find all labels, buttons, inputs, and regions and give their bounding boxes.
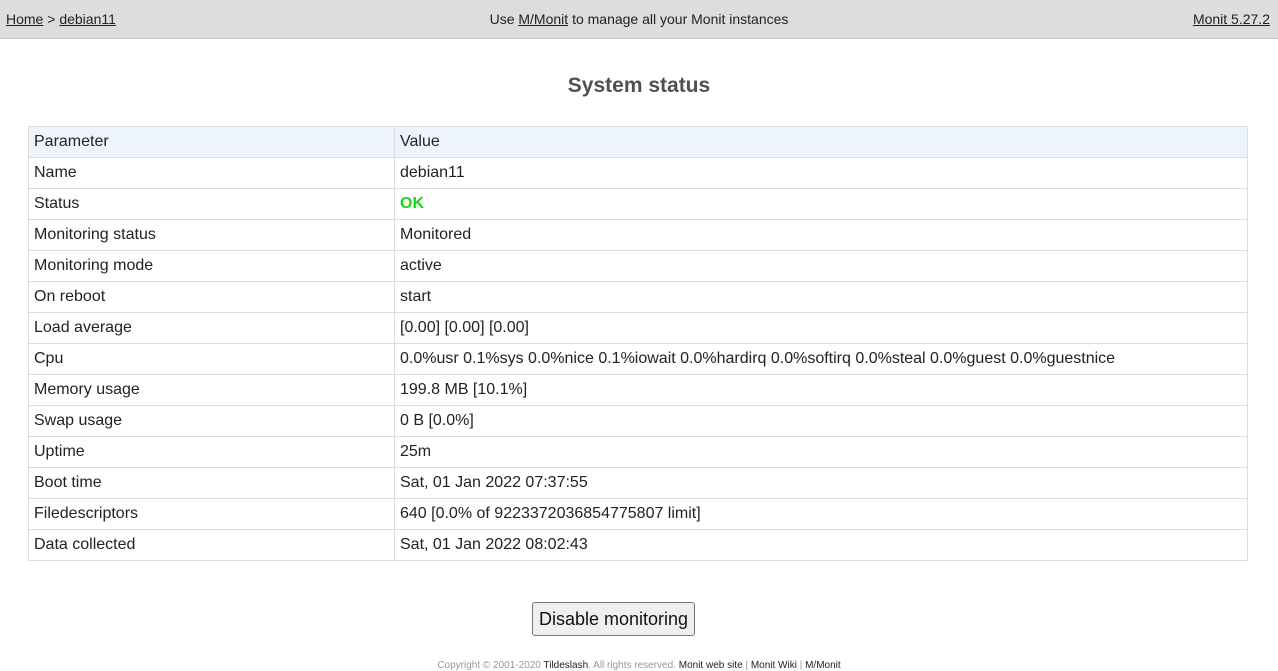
table-row: Name debian11	[28, 157, 1248, 189]
row-parameter: Monitoring status	[28, 219, 395, 251]
disable-monitoring-button[interactable]: Disable monitoring	[532, 602, 695, 636]
version-area: Monit 5.27.2	[1193, 11, 1270, 27]
promo-prefix: Use	[489, 11, 515, 27]
row-value-status: OK	[394, 188, 1248, 220]
table-row: Monitoring mode active	[28, 250, 1248, 282]
row-value: 0 B [0.0%]	[394, 405, 1248, 437]
monit-website-link[interactable]: Monit web site	[679, 660, 743, 671]
table-row: On reboot start	[28, 281, 1248, 313]
row-value: 640 [0.0% of 9223372036854775807 limit]	[394, 498, 1248, 530]
row-value: 25m	[394, 436, 1248, 468]
page-footer: Copyright © 2001-2020 Tildeslash. All ri…	[437, 660, 841, 671]
status-badge: OK	[400, 195, 424, 212]
tildeslash-link[interactable]: Tildeslash	[543, 660, 588, 671]
column-header-parameter: Parameter	[28, 126, 395, 158]
row-parameter: Uptime	[28, 436, 395, 468]
table-row: Status OK	[28, 188, 1248, 220]
table-row: Uptime 25m	[28, 436, 1248, 468]
row-parameter: Data collected	[28, 529, 395, 561]
promo-suffix: to manage all your Monit instances	[572, 11, 789, 27]
row-parameter: Cpu	[28, 343, 395, 375]
row-value: start	[394, 281, 1248, 313]
table-row: Cpu 0.0%usr 0.1%sys 0.0%nice 0.1%iowait …	[28, 343, 1248, 375]
home-link[interactable]: Home	[6, 11, 43, 27]
version-link[interactable]: Monit 5.27.2	[1193, 11, 1270, 27]
table-header-row: Parameter Value	[28, 126, 1248, 158]
mmonit-link[interactable]: M/Monit	[518, 11, 568, 27]
page-title: System status	[567, 74, 711, 97]
row-parameter: Status	[28, 188, 395, 220]
table-row: Filedescriptors 640 [0.0% of 92233720368…	[28, 498, 1248, 530]
row-parameter: Monitoring mode	[28, 250, 395, 282]
table-row: Boot time Sat, 01 Jan 2022 07:37:55	[28, 467, 1248, 499]
copyright-text: Copyright © 2001-2020	[437, 660, 541, 671]
row-value: Sat, 01 Jan 2022 08:02:43	[394, 529, 1248, 561]
row-value: Sat, 01 Jan 2022 07:37:55	[394, 467, 1248, 499]
row-parameter: Filedescriptors	[28, 498, 395, 530]
table-row: Load average [0.00] [0.00] [0.00]	[28, 312, 1248, 344]
row-parameter: On reboot	[28, 281, 395, 313]
row-parameter: Name	[28, 157, 395, 189]
row-value: Monitored	[394, 219, 1248, 251]
rights-text: . All rights reserved.	[588, 660, 676, 671]
host-link[interactable]: debian11	[59, 11, 116, 27]
row-parameter: Memory usage	[28, 374, 395, 406]
breadcrumb: Home > debian11	[6, 11, 116, 27]
row-value: 199.8 MB [10.1%]	[394, 374, 1248, 406]
row-parameter: Swap usage	[28, 405, 395, 437]
row-value: active	[394, 250, 1248, 282]
row-value: [0.00] [0.00] [0.00]	[394, 312, 1248, 344]
mmonit-footer-link[interactable]: M/Monit	[805, 660, 841, 671]
top-navigation-bar: Home > debian11 Use M/Monit to manage al…	[0, 0, 1278, 39]
row-value: debian11	[394, 157, 1248, 189]
mmonit-promo: Use M/Monit to manage all your Monit ins…	[0, 11, 1278, 27]
table-row: Memory usage 199.8 MB [10.1%]	[28, 374, 1248, 406]
row-parameter: Load average	[28, 312, 395, 344]
table-row: Swap usage 0 B [0.0%]	[28, 405, 1248, 437]
breadcrumb-separator: >	[47, 11, 56, 27]
table-row: Monitoring status Monitored	[28, 219, 1248, 251]
row-value: 0.0%usr 0.1%sys 0.0%nice 0.1%iowait 0.0%…	[394, 343, 1248, 375]
row-parameter: Boot time	[28, 467, 395, 499]
monit-wiki-link[interactable]: Monit Wiki	[751, 660, 797, 671]
column-header-value: Value	[394, 126, 1248, 158]
table-row: Data collected Sat, 01 Jan 2022 08:02:43	[28, 529, 1248, 561]
system-status-table: Parameter Value Name debian11 Status OK …	[28, 126, 1248, 561]
